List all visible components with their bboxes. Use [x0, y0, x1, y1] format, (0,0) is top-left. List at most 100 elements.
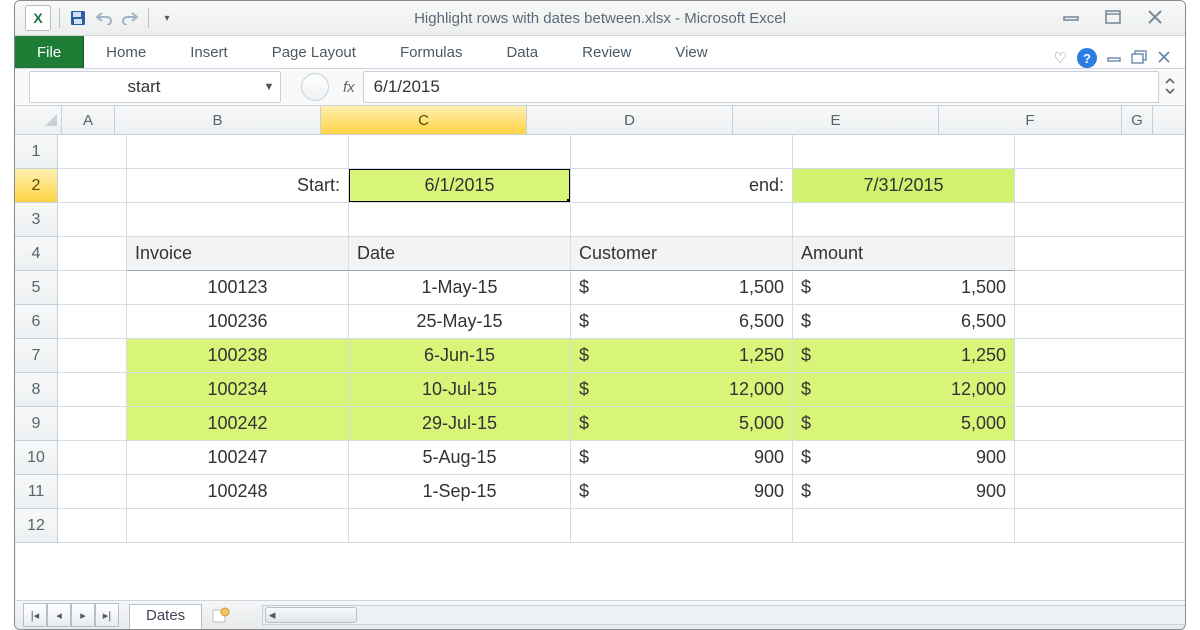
cell-invoice[interactable]: 100247: [127, 441, 349, 475]
excel-logo-icon[interactable]: X: [25, 5, 51, 31]
cell[interactable]: [1015, 135, 1186, 169]
row-header[interactable]: 9: [15, 407, 58, 441]
help-icon[interactable]: ?: [1077, 48, 1097, 68]
col-header-F[interactable]: F: [939, 106, 1122, 134]
formula-expand-icon[interactable]: [1159, 77, 1181, 98]
close-icon[interactable]: [1145, 9, 1165, 28]
cell-amount[interactable]: $5,000: [793, 407, 1015, 441]
cell[interactable]: [58, 203, 127, 237]
cell-customer[interactable]: $5,000: [571, 407, 793, 441]
ribbon-close-icon[interactable]: [1157, 50, 1171, 67]
table-header-amount[interactable]: Amount: [793, 237, 1015, 271]
cell-date[interactable]: 29-Jul-15: [349, 407, 571, 441]
cell-customer[interactable]: $1,250: [571, 339, 793, 373]
ribbon-options-icon[interactable]: ♡: [1054, 49, 1067, 67]
row-header[interactable]: 5: [15, 271, 58, 305]
file-tab[interactable]: File: [15, 36, 84, 68]
col-header-A[interactable]: A: [62, 106, 115, 134]
cell-date[interactable]: 1-May-15: [349, 271, 571, 305]
cell[interactable]: [58, 169, 127, 203]
cell-date[interactable]: 5-Aug-15: [349, 441, 571, 475]
cell-amount[interactable]: $6,500: [793, 305, 1015, 339]
tab-insert[interactable]: Insert: [168, 36, 250, 68]
cell[interactable]: [127, 203, 349, 237]
cell-amount[interactable]: $1,250: [793, 339, 1015, 373]
cell[interactable]: [349, 135, 571, 169]
cell-grid[interactable]: 1 2 Start: 6/1/2015: [15, 135, 1186, 600]
cell-end-label[interactable]: end:: [571, 169, 793, 203]
cell[interactable]: [793, 509, 1015, 543]
sheet-nav-next-icon[interactable]: ▸: [71, 603, 95, 627]
cell[interactable]: [58, 305, 127, 339]
customize-qat-icon[interactable]: ▾: [157, 8, 177, 28]
new-sheet-icon[interactable]: [210, 604, 232, 626]
tab-review[interactable]: Review: [560, 36, 653, 68]
sheet-nav-last-icon[interactable]: ▸|: [95, 603, 119, 627]
cell[interactable]: [58, 373, 127, 407]
cell-invoice[interactable]: 100242: [127, 407, 349, 441]
cell-customer[interactable]: $12,000: [571, 373, 793, 407]
cell[interactable]: [1015, 203, 1186, 237]
row-header[interactable]: 2: [15, 169, 58, 203]
row-header[interactable]: 1: [15, 135, 58, 169]
fx-label[interactable]: fx: [343, 79, 355, 96]
cell[interactable]: [349, 509, 571, 543]
cell-amount[interactable]: $12,000: [793, 373, 1015, 407]
cell[interactable]: [127, 509, 349, 543]
tab-page-layout[interactable]: Page Layout: [250, 36, 378, 68]
table-header-invoice[interactable]: Invoice: [127, 237, 349, 271]
cell[interactable]: [349, 203, 571, 237]
row-header[interactable]: 11: [15, 475, 58, 509]
cell[interactable]: [58, 135, 127, 169]
table-header-date[interactable]: Date: [349, 237, 571, 271]
cell-customer[interactable]: $900: [571, 475, 793, 509]
cell[interactable]: [1015, 407, 1186, 441]
cell-customer[interactable]: $6,500: [571, 305, 793, 339]
cell-end-date[interactable]: 7/31/2015: [793, 169, 1015, 203]
cell-date[interactable]: 1-Sep-15: [349, 475, 571, 509]
select-all-corner[interactable]: [15, 106, 62, 134]
cell[interactable]: [793, 203, 1015, 237]
cell[interactable]: [1015, 339, 1186, 373]
cell[interactable]: [1015, 373, 1186, 407]
cell[interactable]: [1015, 271, 1186, 305]
cell-invoice[interactable]: 100248: [127, 475, 349, 509]
cell-start-date[interactable]: 6/1/2015: [349, 169, 571, 203]
tab-view[interactable]: View: [653, 36, 729, 68]
ribbon-restore-icon[interactable]: [1131, 50, 1147, 67]
cell[interactable]: [1015, 305, 1186, 339]
cell-date[interactable]: 6-Jun-15: [349, 339, 571, 373]
cell-invoice[interactable]: 100236: [127, 305, 349, 339]
row-header[interactable]: 6: [15, 305, 58, 339]
cell[interactable]: [571, 509, 793, 543]
tab-data[interactable]: Data: [484, 36, 560, 68]
formula-input[interactable]: 6/1/2015: [363, 71, 1159, 103]
cell[interactable]: [58, 271, 127, 305]
minimize-icon[interactable]: [1061, 9, 1081, 28]
maximize-icon[interactable]: [1103, 9, 1123, 28]
row-header[interactable]: 8: [15, 373, 58, 407]
undo-icon[interactable]: [94, 8, 114, 28]
save-icon[interactable]: [68, 8, 88, 28]
cell[interactable]: [571, 135, 793, 169]
horizontal-scrollbar[interactable]: ◂ ▸: [262, 605, 1186, 625]
cell[interactable]: [58, 509, 127, 543]
ribbon-minimize-icon[interactable]: [1107, 51, 1121, 66]
cell[interactable]: [1015, 169, 1186, 203]
cell[interactable]: [1015, 237, 1186, 271]
cell[interactable]: [127, 135, 349, 169]
tab-formulas[interactable]: Formulas: [378, 36, 485, 68]
table-header-customer[interactable]: Customer: [571, 237, 793, 271]
tab-home[interactable]: Home: [84, 36, 168, 68]
name-box[interactable]: start ▼: [29, 71, 281, 103]
sheet-nav-prev-icon[interactable]: ◂: [47, 603, 71, 627]
cell[interactable]: [58, 441, 127, 475]
cell[interactable]: [793, 135, 1015, 169]
col-header-G[interactable]: G: [1122, 106, 1153, 134]
row-header[interactable]: 12: [15, 509, 58, 543]
row-header[interactable]: 4: [15, 237, 58, 271]
scroll-left-icon[interactable]: ◂: [263, 606, 281, 624]
col-header-C[interactable]: C: [321, 106, 527, 134]
col-header-B[interactable]: B: [115, 106, 321, 134]
cell-amount[interactable]: $1,500: [793, 271, 1015, 305]
